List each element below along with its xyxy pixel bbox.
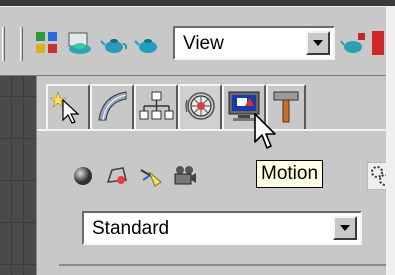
- category-dropdown[interactable]: Standard: [82, 211, 362, 245]
- hierarchy-tree-icon: [139, 91, 174, 120]
- mouse-cursor-icon: [254, 113, 276, 149]
- lights-icon[interactable]: [137, 162, 165, 190]
- render-icon-partial[interactable]: [372, 31, 384, 55]
- toolbar-grip[interactable]: [2, 27, 5, 61]
- right-edge-strip: [386, 6, 395, 275]
- shapes-icon[interactable]: [103, 162, 131, 190]
- motion-tooltip: Motion: [256, 160, 324, 188]
- view-dropdown[interactable]: View: [173, 26, 335, 60]
- modify-tab[interactable]: [90, 84, 134, 129]
- motion-wheel-icon: [185, 92, 215, 120]
- viewport-area[interactable]: [0, 76, 36, 275]
- layers-icon[interactable]: [34, 29, 62, 57]
- command-panel: Standard: [36, 76, 395, 275]
- toolbar-separator: [20, 27, 23, 61]
- render-setup-icon[interactable]: [66, 29, 94, 57]
- category-dropdown-value: Standard: [92, 218, 170, 239]
- modify-arc-icon: [98, 91, 127, 121]
- chevron-down-icon[interactable]: [306, 31, 330, 55]
- create-tab[interactable]: [46, 84, 90, 129]
- rollout-divider: [59, 264, 395, 266]
- view-dropdown-value: View: [183, 33, 224, 54]
- teapot-render-icon[interactable]: [100, 29, 128, 57]
- main-toolbar: View: [0, 6, 395, 76]
- render-frame-icon[interactable]: [340, 29, 368, 57]
- hierarchy-tab[interactable]: [134, 84, 178, 129]
- motion-tab[interactable]: [178, 84, 222, 129]
- create-arrow-icon: [48, 91, 80, 124]
- teapot-quick-render-icon[interactable]: [134, 29, 162, 57]
- tab-panel-top-border: [37, 129, 395, 131]
- chevron-down-icon[interactable]: [333, 216, 357, 240]
- geometry-icon[interactable]: [69, 162, 97, 190]
- cameras-icon[interactable]: [171, 162, 199, 190]
